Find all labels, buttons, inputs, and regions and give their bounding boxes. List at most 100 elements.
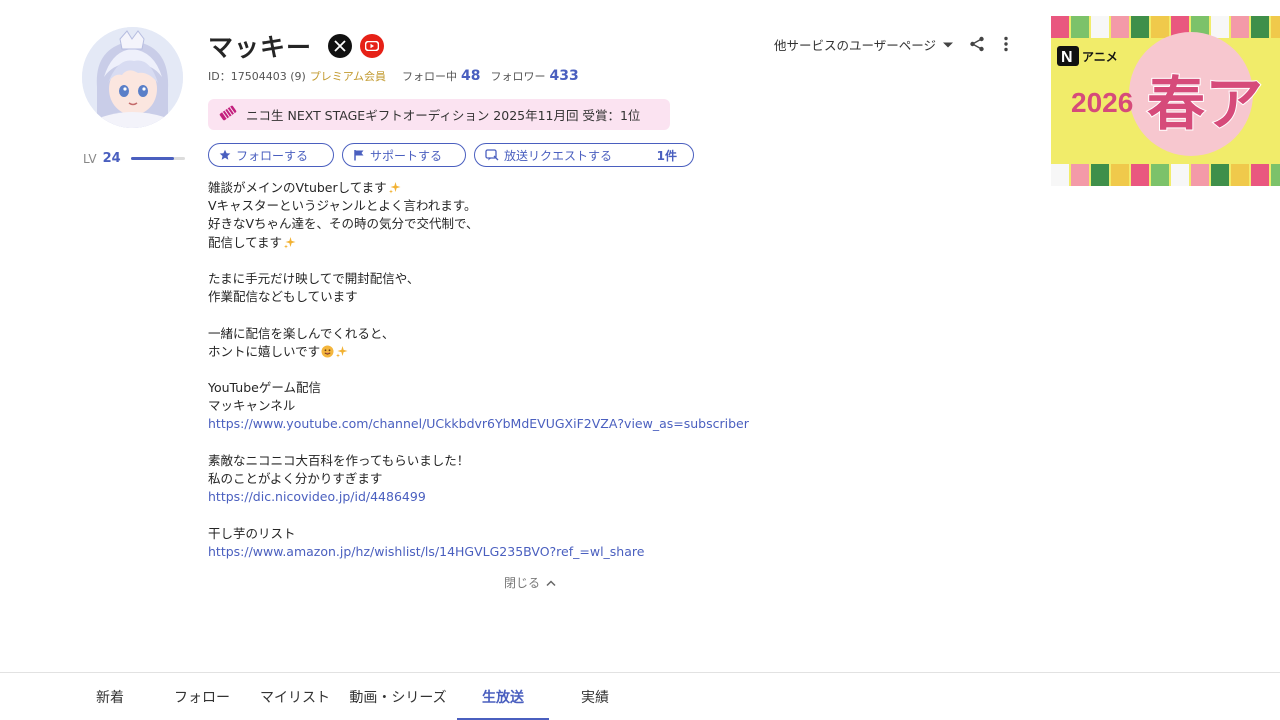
user-page: LV 24 マッキー ID：17504403 (9) プレミアム会員 フォロー中… [0, 0, 1280, 720]
description-line: 雑談がメインのVtuberしてます [208, 179, 749, 197]
banner-pattern-tile [1251, 16, 1269, 38]
banner-pattern-tile [1191, 164, 1209, 186]
banner-pattern-tile [1211, 16, 1229, 38]
banner-pattern-tile [1111, 16, 1129, 38]
chevron-up-icon [546, 576, 556, 590]
banner-pattern-tile [1091, 16, 1109, 38]
description-line: 素敵なニコニコ大百科を作ってもらいました！ [208, 452, 749, 470]
share-icon[interactable] [969, 36, 985, 56]
tab-5[interactable]: 実績 [549, 673, 641, 720]
banner-headline: 春ア [1147, 70, 1263, 138]
banner-pattern-tile [1151, 16, 1169, 38]
profile-description: 雑談がメインのVtuberしてます Vキャスターというジャンルとよく言われます。好… [208, 179, 749, 561]
description-text: 素敵なニコニコ大百科を作ってもらいました！ [208, 452, 470, 468]
description-text: 好きなVちゃん達を、その時の気分で交代制で、 [208, 216, 479, 232]
banner-pattern-tile [1151, 164, 1169, 186]
other-services-dropdown[interactable]: 他サービスのユーザーページ [774, 35, 954, 54]
broadcast-request-button[interactable]: 放送リクエストする 1件 [474, 143, 694, 167]
banner-pattern-tile [1211, 164, 1229, 186]
description-text: https://www.youtube.com/channel/UCkkbdvr… [208, 416, 749, 432]
banner-pattern-tile [1051, 16, 1069, 38]
award-text: ニコ生 NEXT STAGEギフトオーディション 2025年11月回 受賞：1位 [246, 108, 641, 123]
ad-banner[interactable]: N アニメ 2026 春ア [1051, 16, 1280, 186]
banner-year: 2026 [1071, 87, 1133, 118]
other-services-label: 他サービスのユーザーページ [774, 38, 937, 53]
banner-pattern-tile [1071, 164, 1089, 186]
sparkles-emoji-icon [335, 345, 348, 363]
request-button-label: 放送リクエストする [504, 148, 613, 163]
banner-pattern-tile [1091, 164, 1109, 186]
description-text: 一緒に配信を楽しんでくれると、 [208, 325, 395, 341]
banner-pattern-tile [1251, 164, 1269, 186]
avatar-illustration [82, 27, 183, 128]
banner-pattern-tile [1271, 16, 1280, 38]
star-icon [219, 149, 231, 161]
description-text: 作業配信などもしています [208, 289, 358, 305]
request-count: 1件 [656, 148, 677, 163]
description-text: 雑談がメインのVtuberしてます [208, 180, 387, 195]
ticket-icon [218, 103, 238, 126]
description-line: たまに手元だけ映してで開封配信や、 [208, 270, 749, 288]
level-indicator: LV 24 [83, 151, 185, 166]
banner-brand: アニメ [1082, 50, 1118, 64]
description-line: 一緒に配信を楽しんでくれると、 [208, 325, 749, 343]
banner-pattern-tile [1131, 16, 1149, 38]
followers-label: フォロワー [490, 70, 546, 83]
banner-pattern-tile [1051, 164, 1069, 186]
description-line: 私のことがよく分かりすぎます [208, 470, 749, 488]
support-button[interactable]: サポートする [342, 143, 466, 167]
followers-count[interactable]: 433 [550, 68, 579, 84]
more-vertical-icon[interactable] [999, 36, 1013, 56]
tab-2[interactable]: マイリスト [253, 673, 337, 720]
tab-1[interactable]: フォロー [160, 673, 244, 720]
flag-icon [353, 149, 365, 161]
banner-pattern-tile [1231, 164, 1249, 186]
avatar[interactable] [82, 27, 183, 128]
description-line: マッキャンネル [208, 397, 749, 415]
description-line: 好きなVちゃん達を、その時の気分で交代制で、 [208, 215, 749, 233]
following-count[interactable]: 48 [461, 68, 480, 84]
level-progress-fill [130, 157, 174, 160]
banner-pattern-tile [1111, 164, 1129, 186]
support-button-label: サポートする [370, 148, 443, 163]
profile-tabs: 新着 フォロー マイリスト 動画・シリーズ 生放送 実績 [0, 672, 1280, 720]
caret-down-icon [942, 41, 954, 49]
tab-3[interactable]: 動画・シリーズ [344, 673, 452, 720]
following-label: フォロー中 [402, 70, 458, 83]
user-id: ID：17504403 (9) [208, 70, 306, 83]
level-label: LV [83, 151, 97, 166]
description-text: https://dic.nicovideo.jp/id/4486499 [208, 489, 426, 505]
tab-4[interactable]: 生放送 [457, 673, 549, 720]
sparkles-emoji-icon [283, 236, 296, 254]
banner-pattern-tile [1071, 16, 1089, 38]
description-text: https://www.amazon.jp/hz/wishlist/ls/14H… [208, 543, 645, 559]
description-text: ホントに嬉しいです [208, 343, 321, 359]
description-line: ホントに嬉しいです [208, 343, 749, 361]
award-badge[interactable]: ニコ生 NEXT STAGEギフトオーディション 2025年11月回 受賞：1位 [208, 99, 670, 130]
description-line: 配信してます [208, 234, 749, 252]
description-line: 作業配信などもしています [208, 288, 749, 306]
description-line: 干し芋のリスト [208, 525, 749, 543]
description-text: Vキャスターというジャンルとよく言われます。 [208, 198, 477, 214]
description-link[interactable]: https://dic.nicovideo.jp/id/4486499 [208, 488, 749, 506]
description-text: YouTubeゲーム配信 [208, 380, 321, 396]
request-icon [485, 149, 499, 161]
follow-button[interactable]: フォローする [208, 143, 334, 167]
level-progress-bar [130, 157, 185, 160]
description-link[interactable]: https://www.amazon.jp/hz/wishlist/ls/14H… [208, 543, 749, 561]
banner-pattern-tile [1171, 164, 1189, 186]
description-text: たまに手元だけ映してで開封配信や、 [208, 270, 420, 286]
name-row: マッキー [208, 28, 385, 64]
close-label: 閉じる [504, 576, 541, 590]
description-link[interactable]: https://www.youtube.com/channel/UCkkbdvr… [208, 415, 749, 433]
collapse-description-button[interactable]: 閉じる [504, 574, 556, 591]
tab-0[interactable]: 新着 [80, 673, 140, 720]
youtube-icon[interactable] [360, 34, 385, 58]
description-text: 干し芋のリスト [208, 525, 296, 541]
x-twitter-icon[interactable] [328, 34, 353, 58]
